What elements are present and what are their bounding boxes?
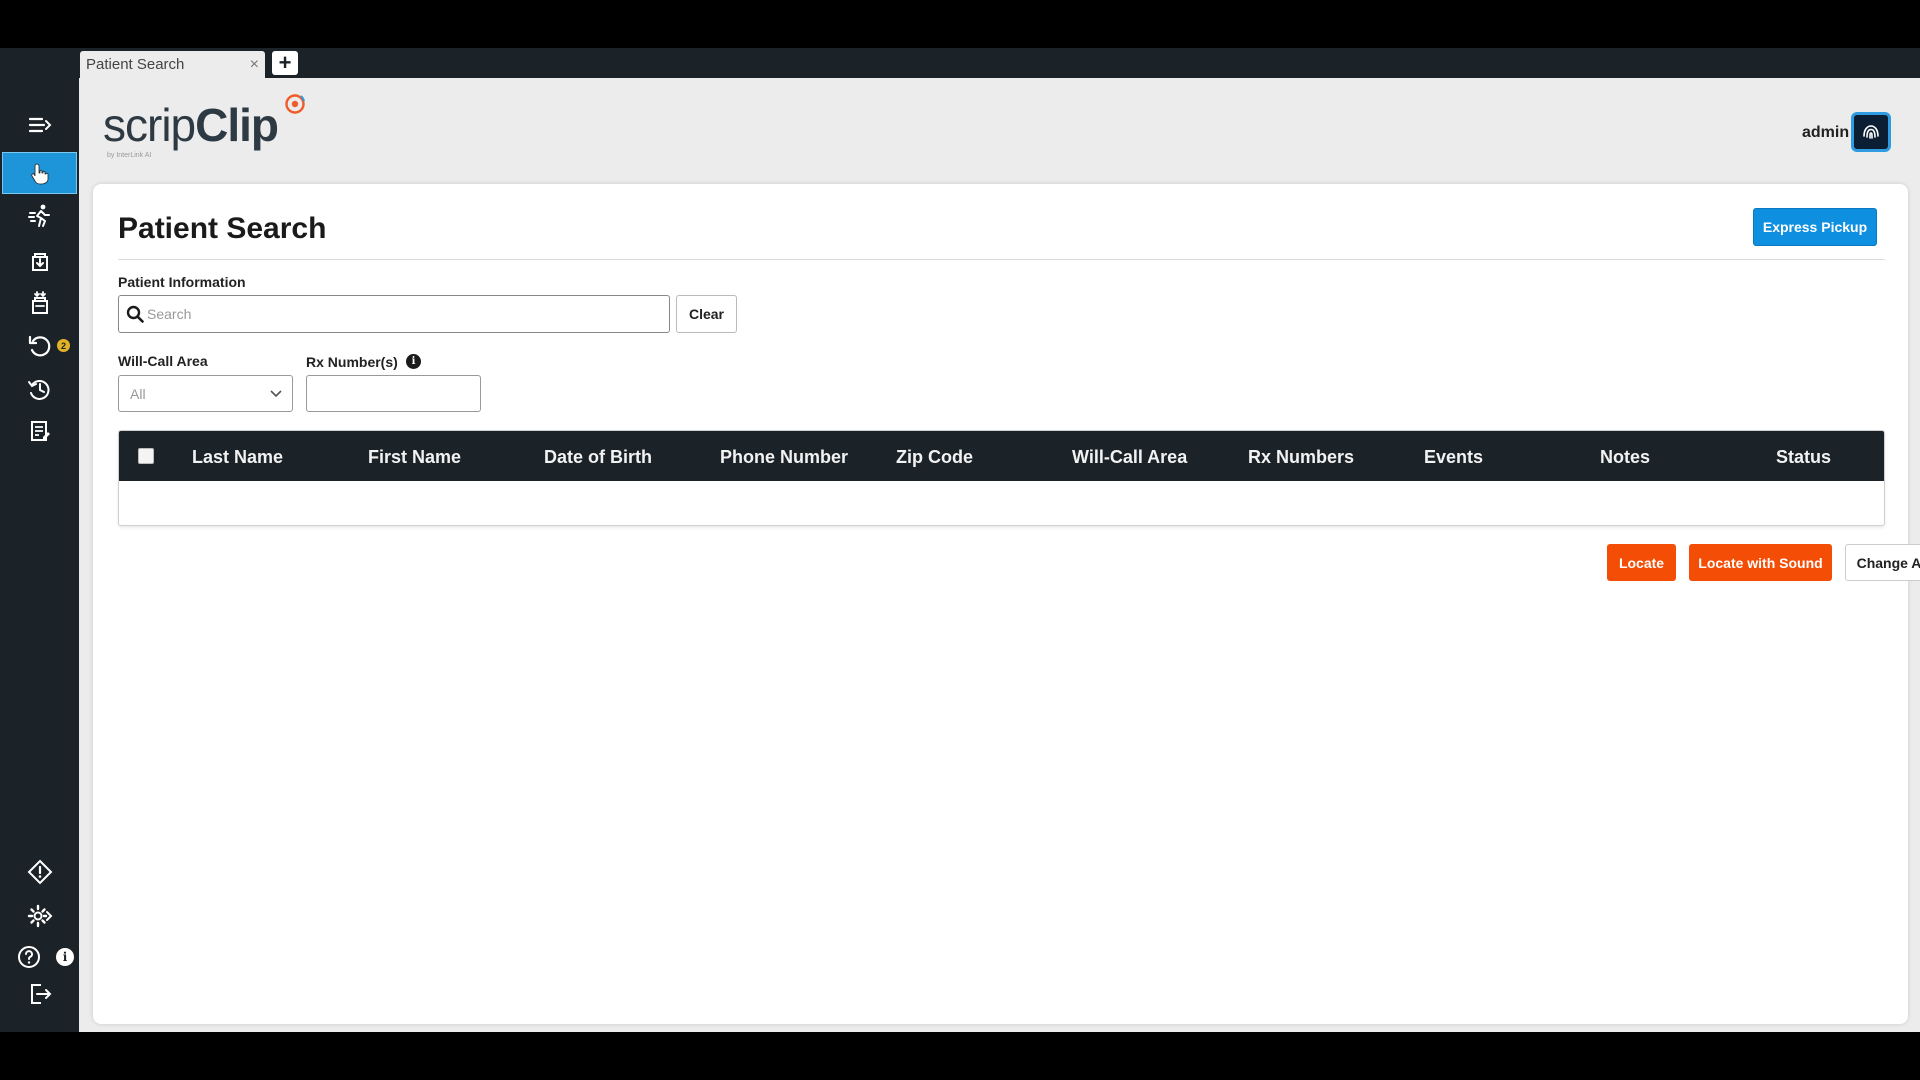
sidebar-item-express[interactable]: [0, 195, 79, 237]
rx-numbers-label: Rx Number(s): [306, 354, 398, 370]
table-header: Last Name First Name Date of Birth Phone…: [119, 431, 1884, 481]
scripclip-logo: scripClip by InterLink AI: [103, 92, 305, 159]
sidebar-item-returns[interactable]: 2: [0, 325, 79, 367]
change-area-button[interactable]: Change Area: [1845, 544, 1920, 581]
report-edit-icon: [30, 421, 50, 441]
logo-wordmark: scripClip: [103, 99, 279, 151]
select-all-checkbox[interactable]: [138, 448, 154, 464]
sidebar-item-diagnostics[interactable]: [0, 851, 79, 893]
sidebar-item-reports[interactable]: [0, 411, 79, 453]
column-header-last-name[interactable]: Last Name: [192, 447, 283, 468]
user-name: admin: [1802, 124, 1850, 141]
patient-search-card: Patient Search Express Pickup Patient In…: [93, 184, 1920, 1024]
express-pickup-button[interactable]: Express Pickup: [1753, 208, 1877, 246]
column-header-date-of-birth[interactable]: Date of Birth: [544, 447, 652, 468]
rx-info-icon[interactable]: i: [406, 354, 421, 369]
logo-tagline: by InterLink AI: [107, 152, 152, 159]
bag-arrows-icon: [31, 291, 48, 314]
add-tab-button[interactable]: +: [272, 51, 298, 75]
column-header-phone-number[interactable]: Phone Number: [720, 447, 848, 468]
search-icon: [126, 305, 144, 323]
will-call-area-select[interactable]: All: [118, 375, 293, 412]
column-header-rx-numbers[interactable]: Rx Numbers: [1248, 447, 1354, 468]
sidebar: 2 i: [0, 48, 79, 1032]
patient-information-label: Patient Information: [118, 274, 246, 290]
logo-ring-icon: [285, 94, 305, 114]
divider: [118, 259, 1885, 260]
user-avatar[interactable]: [1851, 112, 1891, 152]
column-header-notes[interactable]: Notes: [1600, 447, 1650, 468]
page-title: Patient Search: [118, 212, 327, 245]
logout-icon: [30, 984, 51, 1004]
about-info-icon[interactable]: i: [56, 948, 74, 966]
menu-expand-icon: [28, 117, 51, 133]
sidebar-item-stock-out[interactable]: [0, 282, 79, 324]
search-input[interactable]: [147, 300, 662, 328]
main-content: scripClip by InterLink AI admin Patient …: [79, 78, 1920, 1032]
history-icon: [27, 380, 49, 400]
gear-arrow-icon: [27, 904, 52, 928]
tab-label: Patient Search: [86, 56, 185, 73]
column-header-first-name[interactable]: First Name: [368, 447, 461, 468]
will-call-area-label: Will-Call Area: [118, 353, 208, 369]
sidebar-item-history[interactable]: [0, 368, 79, 410]
column-header-will-call-area[interactable]: Will-Call Area: [1072, 447, 1187, 468]
app-window: 2 i Patient Search × + scripClip by Inte…: [0, 48, 1920, 1032]
sidebar-item-settings[interactable]: [0, 895, 79, 937]
rx-numbers-input[interactable]: [306, 375, 481, 412]
undo-icon: [28, 335, 50, 357]
tab-strip: Patient Search × +: [79, 48, 1920, 78]
will-call-area-value: All: [130, 386, 146, 402]
column-header-status[interactable]: Status: [1776, 447, 1831, 468]
patient-search-field[interactable]: [118, 295, 670, 333]
sidebar-item-stock-in[interactable]: [0, 239, 79, 281]
sidebar-item-patient-search[interactable]: [2, 152, 77, 194]
column-header-zip-code[interactable]: Zip Code: [896, 447, 973, 468]
fingerprint-icon: [1863, 125, 1879, 139]
running-person-icon: [27, 204, 50, 227]
patient-results-table: Last Name First Name Date of Birth Phone…: [118, 430, 1885, 526]
expand-menu-button[interactable]: [0, 104, 79, 146]
hand-pointer-icon: [30, 163, 48, 185]
tab-close-icon[interactable]: ×: [250, 56, 259, 74]
tab-patient-search[interactable]: Patient Search ×: [80, 51, 265, 78]
locate-with-sound-button[interactable]: Locate with Sound: [1689, 544, 1832, 581]
chevron-down-icon: [270, 390, 282, 398]
bag-arrow-in-icon: [31, 253, 48, 271]
clear-button[interactable]: Clear: [676, 295, 737, 333]
locate-button[interactable]: Locate: [1607, 544, 1676, 581]
returns-count-badge: 2: [57, 339, 70, 352]
diamond-alert-icon: [27, 859, 52, 885]
sidebar-item-logout[interactable]: [0, 973, 79, 1015]
column-header-events[interactable]: Events: [1424, 447, 1483, 468]
question-icon: [17, 946, 40, 968]
sidebar-item-help[interactable]: i: [0, 936, 79, 978]
